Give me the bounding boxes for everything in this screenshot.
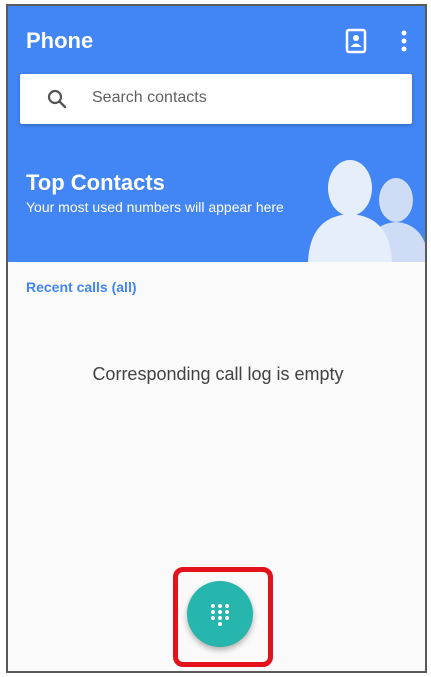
search-icon bbox=[47, 89, 67, 109]
top-contacts-title: Top Contacts bbox=[26, 170, 165, 195]
people-silhouette-icon bbox=[308, 160, 425, 262]
empty-call-log-message: Corresponding call log is empty bbox=[92, 364, 344, 384]
top-contacts-banner: Top Contacts Your most used numbers will… bbox=[8, 140, 425, 262]
app-title: Phone bbox=[26, 28, 94, 53]
recent-calls-link[interactable]: Recent calls (all) bbox=[26, 279, 137, 295]
dialpad-button[interactable] bbox=[187, 581, 253, 647]
top-contacts-subtitle: Your most used numbers will appear here bbox=[26, 199, 284, 215]
phone-app-screen: Phone Search contacts Top Contacts Your … bbox=[6, 4, 427, 673]
contacts-button[interactable] bbox=[345, 28, 367, 54]
contacts-icon bbox=[345, 28, 367, 54]
app-bar: Phone Search contacts bbox=[8, 6, 425, 140]
more-options-button[interactable] bbox=[396, 26, 412, 56]
dialpad-icon bbox=[211, 604, 229, 626]
search-input[interactable]: Search contacts bbox=[92, 89, 207, 107]
search-bar[interactable]: Search contacts bbox=[20, 74, 412, 124]
more-vert-icon bbox=[401, 30, 407, 52]
